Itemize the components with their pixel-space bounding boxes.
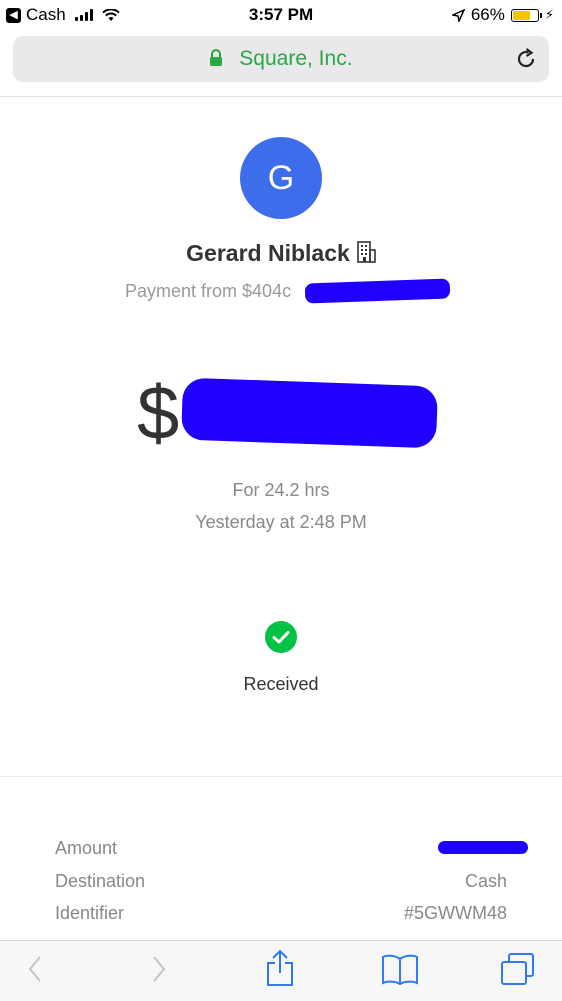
status-bar: ◀ Cash 3:57 PM 66% ⚡ — [0, 0, 562, 30]
redaction-mark — [438, 841, 528, 854]
bookmarks-icon[interactable] — [381, 953, 419, 985]
detail-value: #5GWWM48 — [403, 903, 507, 923]
amount-value: $ — [137, 371, 180, 456]
battery-icon — [510, 8, 542, 22]
share-icon[interactable] — [264, 949, 296, 987]
location-arrow-icon — [451, 8, 465, 22]
forward-arrow-icon[interactable] — [150, 953, 168, 985]
browser-toolbar — [0, 940, 562, 1001]
divider — [0, 776, 562, 777]
browser-header: Square, Inc. — [0, 30, 562, 97]
detail-label: Amount — [55, 838, 118, 858]
address-bar[interactable]: Square, Inc. — [13, 36, 549, 82]
back-arrow-icon[interactable] — [26, 953, 44, 985]
battery-percent: 66% — [470, 5, 505, 24]
detail-value: Cash — [464, 871, 507, 891]
redaction-mark — [304, 278, 451, 304]
sender-name: Gerard Niblack — [0, 240, 562, 267]
duration-text: For 24.2 hrs — [232, 480, 330, 500]
business-building-icon — [357, 241, 376, 263]
detail-label: Destination — [55, 871, 146, 891]
payment-from-text: Payment from $404c — [125, 281, 292, 301]
status-bar-right: 66% ⚡ — [451, 5, 554, 25]
sender-name-text: Gerard Niblack — [186, 240, 350, 266]
avatar: G — [240, 137, 322, 219]
reload-icon[interactable] — [514, 47, 538, 71]
timestamp-text: Yesterday at 2:48 PM — [195, 512, 367, 532]
check-icon — [265, 621, 297, 653]
status-label: Received — [243, 674, 319, 694]
charging-bolt-icon: ⚡ — [544, 7, 554, 22]
site-title: Square, Inc. — [239, 47, 353, 70]
redaction-mark — [180, 377, 439, 449]
lock-icon — [210, 49, 223, 66]
tabs-icon[interactable] — [500, 953, 536, 987]
detail-label: Identifier — [55, 903, 125, 923]
